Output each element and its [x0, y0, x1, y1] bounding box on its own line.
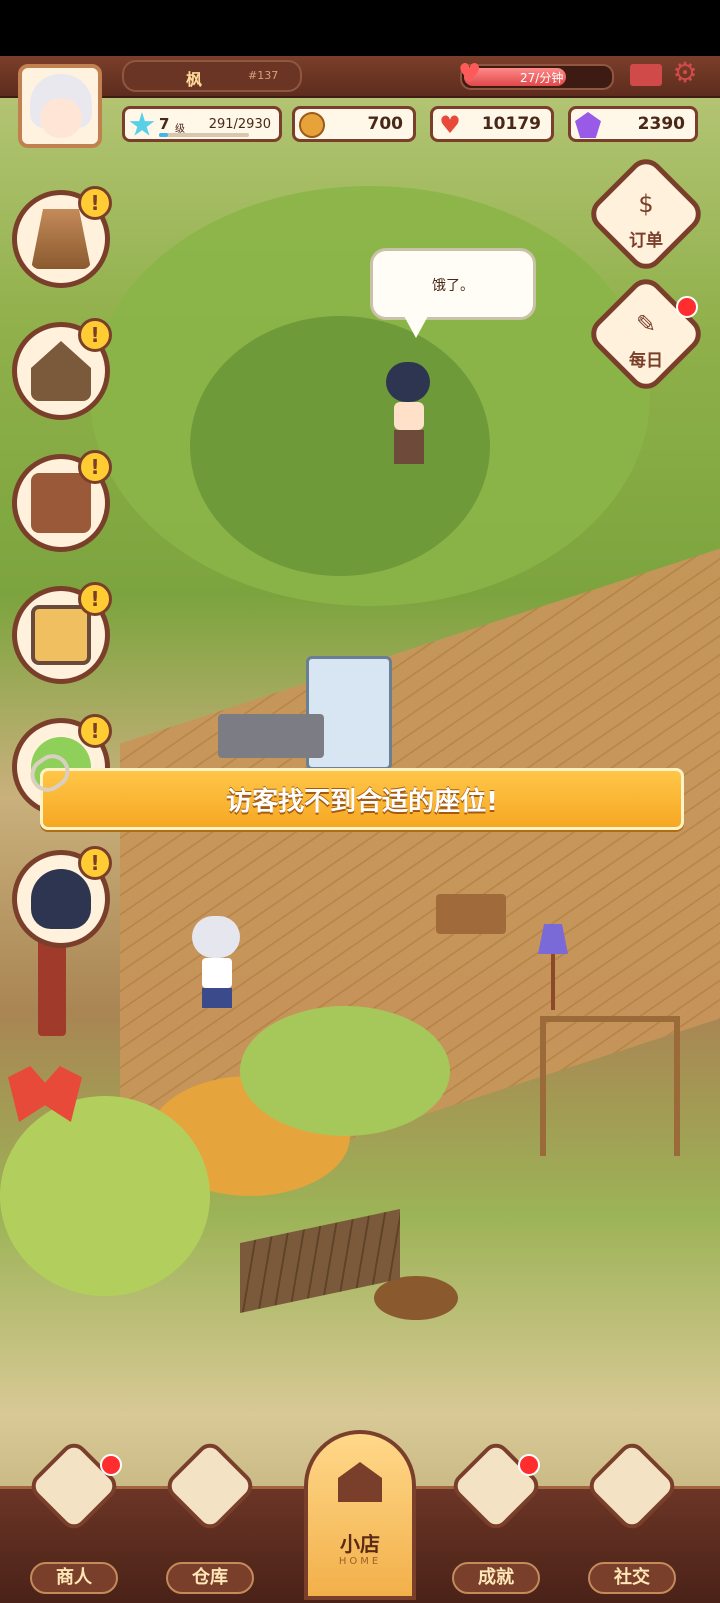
doghouse-icon	[31, 341, 91, 401]
energy-rate: 27/分钟	[520, 71, 564, 85]
nav-warehouse-label: 仓库	[166, 1562, 254, 1594]
player-id: #137	[248, 69, 279, 82]
warehouse-icon	[161, 1437, 259, 1535]
daily-task-icon: ✎	[635, 310, 657, 338]
hearts-pill[interactable]: ♥ 10179	[430, 106, 554, 142]
nav-merchant-label: 商人	[30, 1562, 118, 1594]
alert-icon: !	[78, 714, 112, 748]
alert-icon: !	[78, 846, 112, 880]
alert-icon: !	[78, 450, 112, 484]
npc-boy[interactable]	[386, 362, 434, 466]
gems-value: 2390	[637, 114, 685, 134]
notice-text: 访客找不到合适的座位!	[226, 787, 498, 817]
daily-notification-dot	[676, 296, 698, 318]
coin-icon	[299, 112, 325, 138]
speech-bubble: 饿了。	[370, 248, 536, 320]
mail-icon[interactable]	[630, 64, 662, 86]
merchant-notification-dot	[100, 1454, 122, 1476]
heart-energy-icon: ♥	[458, 59, 482, 89]
nav-shop-label: 小店	[340, 1532, 380, 1556]
nav-social[interactable]: 社交	[572, 1437, 692, 1600]
nav-merchant[interactable]: 商人	[14, 1437, 134, 1600]
merchant-icon	[25, 1437, 123, 1535]
player-character[interactable]	[192, 916, 244, 1026]
shop-house-icon	[338, 1462, 382, 1502]
coins-value: 700	[367, 114, 404, 134]
coins-pill[interactable]: 700	[292, 106, 416, 142]
order-book-icon: $	[638, 190, 654, 218]
player-name-plate[interactable]: 枫 #137	[122, 60, 302, 92]
nav-social-label: 社交	[588, 1562, 676, 1594]
nav-achievements-label: 成就	[452, 1562, 540, 1594]
mailbox-post[interactable]	[38, 936, 66, 1036]
table[interactable]	[436, 894, 506, 934]
gear-icon[interactable]: ⚙	[670, 58, 700, 88]
cash-register-icon	[31, 473, 91, 533]
forest-canopy-dark	[190, 316, 490, 576]
hearts-value: 10179	[481, 114, 541, 134]
level-pill[interactable]: 7 级 291/2930	[122, 106, 282, 142]
star-icon	[129, 112, 155, 136]
lamp[interactable]	[538, 924, 568, 1014]
gem-icon	[575, 112, 601, 138]
achievement-charm-icon	[447, 1437, 545, 1535]
speech-bubble-tail	[404, 316, 428, 338]
orders-label: 订单	[629, 231, 663, 251]
boy-avatar-icon	[31, 869, 91, 929]
stove[interactable]	[218, 714, 324, 758]
player-avatar[interactable]	[18, 64, 102, 148]
tv-icon	[31, 605, 91, 665]
tree-stump	[374, 1276, 458, 1320]
gems-pill[interactable]: 2390	[568, 106, 698, 142]
nav-warehouse[interactable]: 仓库	[150, 1437, 270, 1600]
alert-icon: !	[78, 318, 112, 352]
xp-value: 291/2930	[208, 117, 271, 132]
alert-icon: !	[78, 186, 112, 220]
green-tree	[240, 1006, 450, 1136]
heart-icon: ♥	[439, 111, 461, 139]
status-bar	[0, 0, 720, 56]
player-level: 7	[159, 115, 170, 133]
left-tree	[0, 1096, 210, 1296]
swing-set	[540, 1016, 680, 1156]
swing-frame-icon	[31, 209, 91, 269]
avatar-face	[40, 98, 82, 138]
xp-bar	[159, 133, 249, 137]
alert-icon: !	[78, 582, 112, 616]
xp-fill	[159, 133, 168, 137]
nav-shop-home[interactable]: 小店 HOME	[304, 1430, 416, 1600]
nav-achievements[interactable]: 成就	[436, 1437, 556, 1600]
achievements-notification-dot	[518, 1454, 540, 1476]
couple-icon	[583, 1437, 681, 1535]
speech-bubble-text: 饿了。	[432, 278, 474, 294]
daily-label: 每日	[629, 351, 663, 371]
notice-banner: 访客找不到合适的座位!	[40, 768, 684, 830]
player-name: 枫	[186, 70, 203, 89]
nav-shop-sublabel: HOME	[338, 1556, 382, 1567]
